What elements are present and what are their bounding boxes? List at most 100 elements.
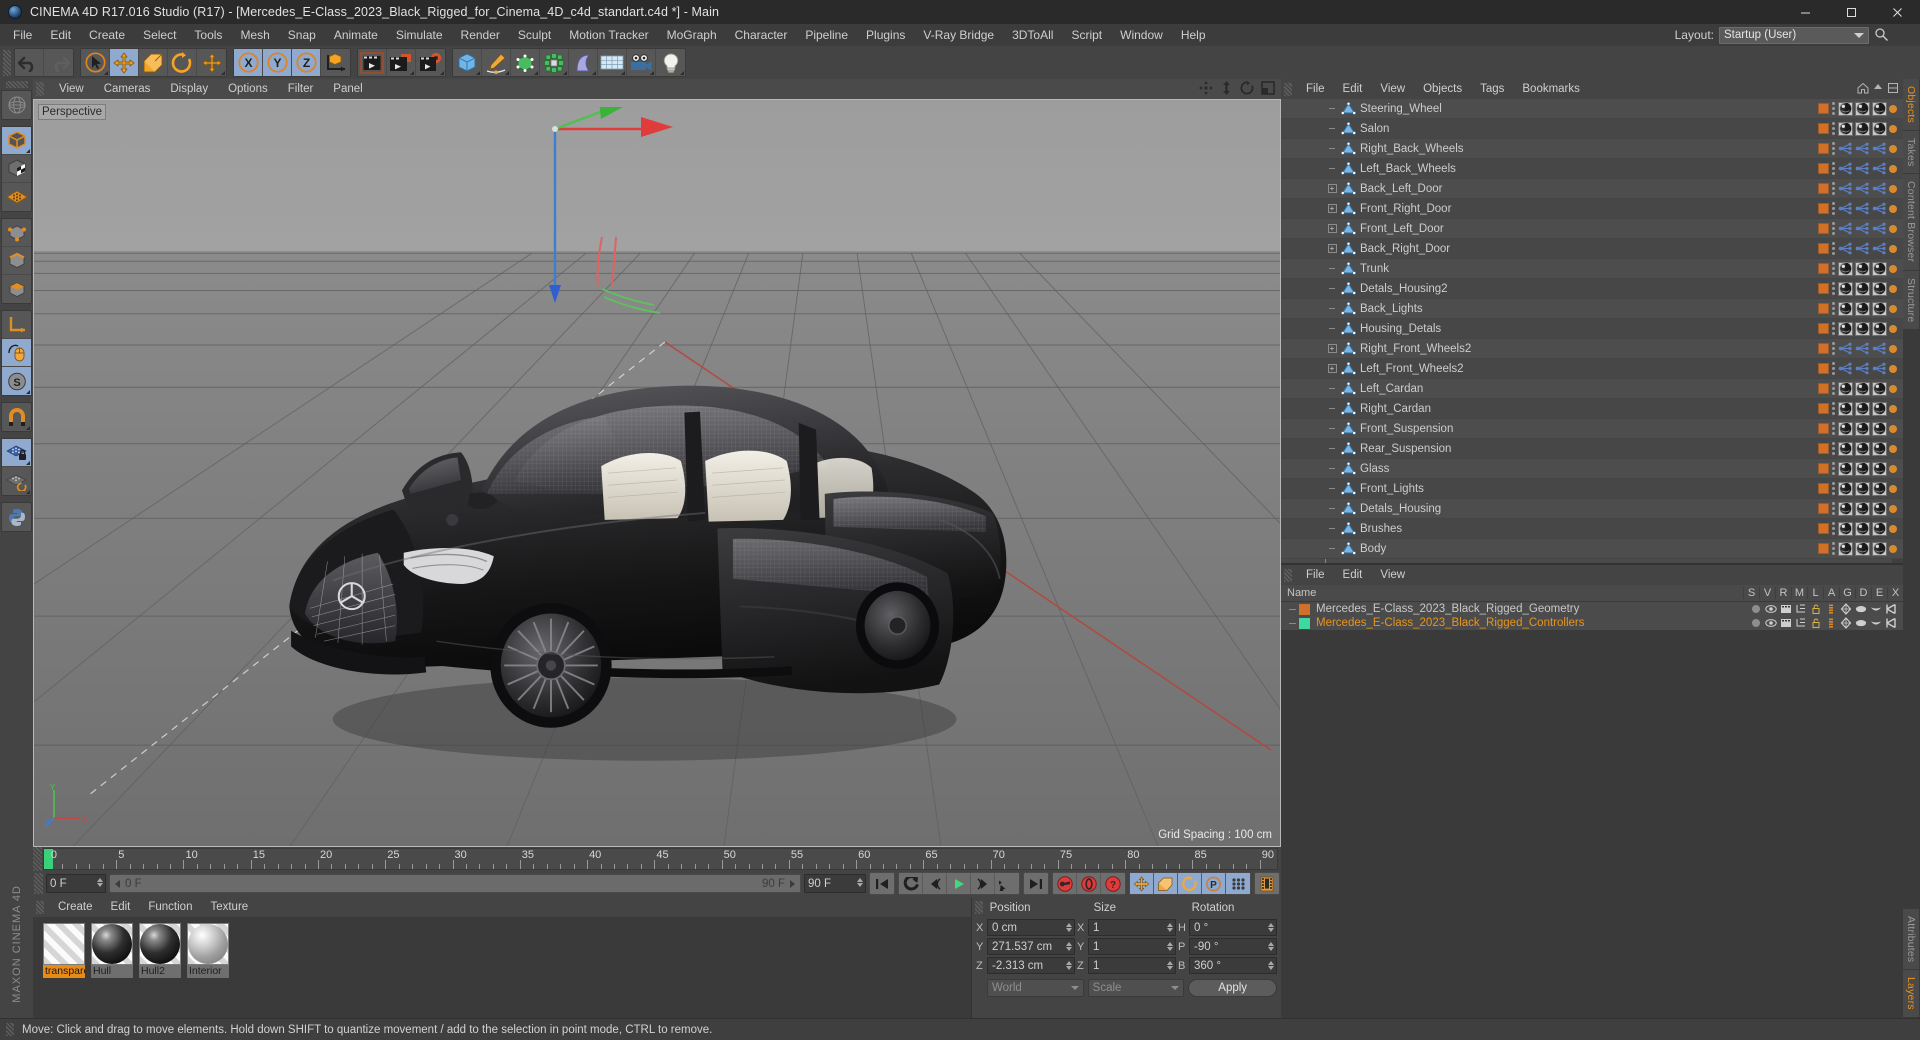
object-row[interactable]: + Front_Right_Door xyxy=(1281,199,1903,219)
camera-icon[interactable] xyxy=(627,49,656,76)
phong-tag-icon[interactable] xyxy=(1872,521,1887,536)
position-field[interactable]: -2.313 cm xyxy=(987,957,1075,974)
menu-item-3dtoall[interactable]: 3DToAll xyxy=(1003,24,1062,46)
xpresso-tag-icon[interactable] xyxy=(1872,142,1887,155)
apply-button[interactable]: Apply xyxy=(1188,979,1278,997)
keyframe-selection-icon[interactable]: ? xyxy=(1101,873,1125,894)
viewport-menu-filter[interactable]: Filter xyxy=(278,79,324,99)
phong-tag-icon[interactable] xyxy=(1855,301,1870,316)
layer-render-icon[interactable] xyxy=(1780,617,1792,629)
material-tag-icon[interactable] xyxy=(1818,403,1829,414)
menu-item-edit[interactable]: Edit xyxy=(41,24,80,46)
layer-dynamics-icon[interactable] xyxy=(1870,617,1882,629)
phong-tag-icon[interactable] xyxy=(1855,481,1870,496)
layer-visible-icon[interactable] xyxy=(1765,617,1777,629)
viewport-solo-icon[interactable] xyxy=(2,339,31,367)
phong-tag-icon[interactable] xyxy=(1838,121,1853,136)
phong-tag-icon[interactable] xyxy=(1872,121,1887,136)
phong-tag-icon[interactable] xyxy=(1838,481,1853,496)
stepper-icon[interactable] xyxy=(1167,961,1173,970)
layer-deformer-icon[interactable] xyxy=(1855,617,1867,629)
dock-tab-structure[interactable]: Structure xyxy=(1903,270,1919,331)
range-left-arrow-icon[interactable] xyxy=(114,879,122,888)
material-menu-function[interactable]: Function xyxy=(139,898,201,917)
rotation-field[interactable]: 360 ° xyxy=(1189,957,1277,974)
size-mode-dropdown[interactable]: Scale xyxy=(1087,979,1185,997)
key-pla-icon[interactable] xyxy=(1226,873,1250,894)
dock-tab-objects[interactable]: Objects xyxy=(1903,79,1919,131)
play-loop-icon[interactable] xyxy=(995,873,1019,894)
phong-tag-icon[interactable] xyxy=(1855,521,1870,536)
phong-tag-icon[interactable] xyxy=(1838,461,1853,476)
phong-tag-icon[interactable] xyxy=(1838,421,1853,436)
object-menu-objects[interactable]: Objects xyxy=(1414,79,1471,99)
phong-tag-icon[interactable] xyxy=(1872,421,1887,436)
orange-dot-icon[interactable] xyxy=(1889,364,1897,373)
layer-color-swatch[interactable] xyxy=(1299,603,1310,615)
xpresso-tag-icon[interactable] xyxy=(1872,182,1887,195)
spline-pen-icon[interactable] xyxy=(482,49,511,76)
object-menu-edit[interactable]: Edit xyxy=(1334,79,1372,99)
record-key-icon[interactable] xyxy=(1053,873,1077,894)
object-menu-bookmarks[interactable]: Bookmarks xyxy=(1513,79,1589,99)
edge-mode-icon[interactable] xyxy=(2,247,31,275)
object-menu-view[interactable]: View xyxy=(1371,79,1414,99)
menu-item-plugins[interactable]: Plugins xyxy=(857,24,914,46)
stepper-icon[interactable] xyxy=(1167,942,1173,951)
car-model-mercedes-e-class[interactable] xyxy=(196,234,1093,771)
viewport-menu-cameras[interactable]: Cameras xyxy=(94,79,161,99)
material-tag-icon[interactable] xyxy=(1818,363,1829,374)
object-row[interactable]: Brushes xyxy=(1281,519,1903,539)
orange-dot-icon[interactable] xyxy=(1889,124,1897,133)
render-picture-viewer-button[interactable] xyxy=(387,49,416,76)
phong-tag-icon[interactable] xyxy=(1838,261,1853,276)
layer-expression-icon[interactable] xyxy=(1885,617,1897,629)
material-tag-icon[interactable] xyxy=(1818,303,1829,314)
xpresso-tag-icon[interactable] xyxy=(1855,222,1870,235)
phong-tag-icon[interactable] xyxy=(1872,461,1887,476)
object-row[interactable]: Detals_Housing xyxy=(1281,499,1903,519)
phong-tag-icon[interactable] xyxy=(1855,501,1870,516)
om-settings-icon[interactable] xyxy=(1887,82,1899,97)
object-row[interactable]: Back_Lights xyxy=(1281,299,1903,319)
material-item[interactable]: transparent xyxy=(43,923,85,978)
status-bar-grip[interactable] xyxy=(6,1023,14,1036)
orange-dot-icon[interactable] xyxy=(1889,244,1897,253)
phong-tag-icon[interactable] xyxy=(1855,401,1870,416)
object-row[interactable]: Rear_Suspension xyxy=(1281,439,1903,459)
material-tag-icon[interactable] xyxy=(1818,283,1829,294)
orange-dot-icon[interactable] xyxy=(1889,344,1897,353)
timeline-ruler[interactable]: 0 5 10 15 20 25 30 35 40 45 50 55 60 65 70 75 80 85 90 xyxy=(43,848,1278,870)
layer-solo-icon[interactable] xyxy=(1750,603,1762,615)
phong-tag-icon[interactable] xyxy=(1872,501,1887,516)
object-row[interactable]: Salon xyxy=(1281,119,1903,139)
material-tag-icon[interactable] xyxy=(1818,323,1829,334)
play-backwards-icon[interactable] xyxy=(899,873,923,894)
object-row[interactable]: + Back_Right_Door xyxy=(1281,239,1903,259)
material-tag-icon[interactable] xyxy=(1818,483,1829,494)
key-scale-icon[interactable] xyxy=(1154,873,1178,894)
menu-item-select[interactable]: Select xyxy=(134,24,185,46)
axis-modify-icon[interactable] xyxy=(2,311,31,339)
object-row[interactable]: + Front_Left_Door xyxy=(1281,219,1903,239)
object-row[interactable]: Trunk xyxy=(1281,259,1903,279)
go-to-end-icon[interactable] xyxy=(1024,873,1048,894)
object-row[interactable]: Right_Cardan xyxy=(1281,399,1903,419)
preview-range-bar[interactable]: 0 F 90 F xyxy=(109,874,801,893)
magnet-icon[interactable] xyxy=(2,403,31,431)
material-menu-edit[interactable]: Edit xyxy=(102,898,140,917)
render-settings-button[interactable] xyxy=(416,49,445,76)
xpresso-tag-icon[interactable] xyxy=(1872,162,1887,175)
phong-tag-icon[interactable] xyxy=(1838,401,1853,416)
material-tag-icon[interactable] xyxy=(1818,203,1829,214)
material-tag-icon[interactable] xyxy=(1818,103,1829,114)
orange-dot-icon[interactable] xyxy=(1889,224,1897,233)
material-tag-icon[interactable] xyxy=(1818,443,1829,454)
mograph-icon[interactable] xyxy=(540,49,569,76)
toolbar-grip[interactable] xyxy=(3,49,11,76)
layer-render-icon[interactable] xyxy=(1780,603,1792,615)
material-tag-icon[interactable] xyxy=(1818,263,1829,274)
dolly-icon[interactable] xyxy=(1220,81,1233,98)
close-button[interactable] xyxy=(1874,0,1920,24)
maximize-view-icon[interactable] xyxy=(1261,81,1275,98)
